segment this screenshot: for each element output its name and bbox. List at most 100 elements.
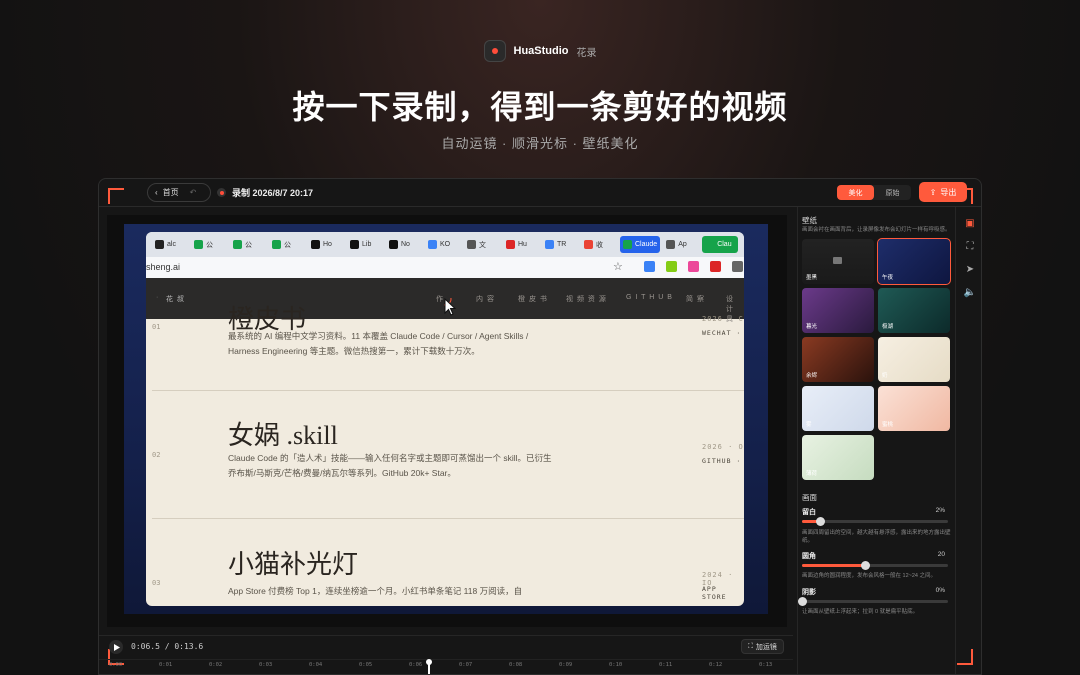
browser-tab-label: Hu bbox=[518, 241, 527, 248]
browser-tab[interactable]: Ap bbox=[663, 236, 699, 253]
ruler-tick: 0:04 bbox=[309, 662, 323, 668]
export-button[interactable]: ⇪ 导出 bbox=[919, 182, 967, 202]
playhead[interactable] bbox=[425, 659, 432, 674]
wallpaper-swatch[interactable]: 余烬 bbox=[802, 337, 874, 382]
wechat-icon bbox=[233, 240, 242, 249]
address-bar[interactable]: sheng.ai ☆ bbox=[146, 257, 744, 278]
wallpaper-swatch[interactable]: 极湖 bbox=[878, 288, 950, 333]
ruler-tick: 0:13 bbox=[759, 662, 773, 668]
wallpaper-label: 蜜桃 bbox=[882, 422, 894, 428]
ruler-tick: 0:11 bbox=[659, 662, 673, 668]
radius-slider[interactable] bbox=[802, 561, 948, 570]
site-nav-item[interactable]: 橙 皮 书 bbox=[518, 294, 548, 304]
ruler-tick: 0:00 bbox=[109, 662, 123, 668]
browser-tab[interactable]: Claude bbox=[620, 236, 661, 253]
site-nav-item[interactable]: 作 bbox=[436, 294, 444, 304]
browser-tab-label: Lib bbox=[362, 241, 372, 248]
subheadline: 自动运镜 · 顺滑光标 · 壁纸美化 bbox=[441, 136, 639, 151]
extension-icon[interactable] bbox=[644, 261, 655, 272]
site-nav-item[interactable]: 简 察 bbox=[686, 294, 705, 304]
app-window: ‹ 首页 ↶ 录制 2026/8/7 20:17 美化 原始 ⇪ 导出 alc 公… bbox=[98, 178, 982, 675]
entry-source: GITHUB · bbox=[702, 457, 742, 465]
wallpaper-swatch[interactable]: 暮光 bbox=[802, 288, 874, 333]
divider bbox=[152, 518, 744, 519]
divider bbox=[152, 390, 744, 391]
browser-tab-label: Clau bbox=[717, 241, 732, 248]
slider-knob[interactable] bbox=[860, 561, 870, 570]
browser-tab[interactable]: 公 bbox=[191, 236, 227, 253]
wallpaper-tool-icon[interactable]: ▣ bbox=[964, 217, 976, 229]
home-label: 首页 bbox=[162, 188, 179, 197]
doc-icon bbox=[428, 240, 437, 249]
padding-slider[interactable] bbox=[802, 517, 948, 526]
wallpaper-background: alc 公 公 公 Ho Lib No KO 文 Hu TR 收 Claude Ap Clau sheng.… bbox=[124, 224, 768, 614]
canvas-title: 画面 bbox=[802, 493, 817, 502]
browser-tab[interactable]: Clau bbox=[702, 236, 739, 253]
play-button[interactable] bbox=[109, 640, 123, 654]
wallpaper-swatch[interactable]: 雾 bbox=[802, 386, 874, 431]
wallpaper-label: 墨黑 bbox=[806, 275, 818, 281]
fullscreen-icon[interactable]: ⛶ bbox=[964, 240, 976, 252]
brand-cn: 花录 bbox=[576, 47, 597, 59]
extension-icon[interactable] bbox=[666, 261, 677, 272]
browser-tab-label: TR bbox=[557, 241, 567, 248]
star-icon[interactable]: ☆ bbox=[613, 260, 623, 273]
shadow-slider[interactable] bbox=[798, 597, 948, 606]
radius-value: 20 bbox=[937, 551, 945, 558]
wallpaper-swatch[interactable]: 薄荷 bbox=[802, 435, 874, 480]
site-brand[interactable]: 花 叔 bbox=[166, 294, 185, 304]
add-camera-button[interactable]: ⛶ 加运镜 bbox=[741, 639, 784, 654]
browser-tab[interactable]: Ho bbox=[308, 236, 344, 253]
ruler-tick: 0:12 bbox=[709, 662, 723, 668]
brand-name: HuaStudio bbox=[513, 45, 569, 57]
browser-tab-label: alc bbox=[167, 241, 176, 248]
x-icon bbox=[311, 240, 320, 249]
ruler-tick: 0:08 bbox=[509, 662, 523, 668]
ruler-tick: 0:10 bbox=[609, 662, 623, 668]
wallpaper-title: 壁纸 bbox=[802, 216, 817, 225]
headline: 按一下录制，得到一条剪好的视频 bbox=[292, 89, 788, 125]
site-nav-item[interactable]: 视 频 资 源 bbox=[566, 294, 607, 304]
url-text: sheng.ai bbox=[146, 262, 181, 272]
site-nav-item[interactable]: G I T H U B bbox=[626, 294, 673, 301]
browser-tab[interactable]: Hu bbox=[503, 236, 539, 253]
record-icon bbox=[217, 188, 226, 197]
recording-title: 录制 2026/8/7 20:17 bbox=[217, 183, 313, 202]
radius-label: 圆角 bbox=[802, 553, 816, 560]
audio-icon[interactable]: 🔈 bbox=[964, 286, 976, 298]
browser-tab-label: 公 bbox=[284, 241, 291, 249]
wallpaper-label: 极湖 bbox=[882, 324, 894, 330]
browser-tab[interactable]: 公 bbox=[269, 236, 305, 253]
wallpaper-swatch[interactable]: 墨黑 bbox=[802, 239, 874, 284]
browser-tab[interactable]: KO bbox=[425, 236, 461, 253]
browser-tab[interactable]: alc bbox=[152, 236, 188, 253]
doc-icon bbox=[545, 240, 554, 249]
record-icon bbox=[506, 240, 515, 249]
ruler-tick: 0:06 bbox=[409, 662, 423, 668]
extension-icon[interactable] bbox=[710, 261, 721, 272]
timeline-ruler[interactable]: 0:00 0:01 0:02 0:03 0:04 0:05 0:06 0:07 0:08 0:09… bbox=[99, 659, 793, 674]
browser-tab[interactable]: 公 bbox=[230, 236, 266, 253]
browser-tab[interactable]: 文 bbox=[464, 236, 500, 253]
ruler-tick: 0:02 bbox=[209, 662, 223, 668]
browser-tab[interactable]: TR bbox=[542, 236, 578, 253]
browser-tab[interactable]: 收 bbox=[581, 236, 617, 253]
cursor-tool-icon[interactable]: ➤ bbox=[964, 263, 976, 275]
seg-original[interactable]: 原始 bbox=[874, 185, 911, 200]
undo-icon[interactable]: ↶ bbox=[190, 188, 197, 197]
wallpaper-label: 雾 bbox=[806, 422, 812, 428]
browser-tab[interactable]: No bbox=[386, 236, 422, 253]
browser-tab-label: No bbox=[401, 241, 410, 248]
slider-knob[interactable] bbox=[815, 517, 825, 526]
seg-beautify[interactable]: 美化 bbox=[837, 185, 874, 200]
slider-knob[interactable] bbox=[798, 597, 807, 606]
extension-icon[interactable] bbox=[732, 261, 743, 272]
wallpaper-swatch[interactable]: 奶 bbox=[878, 337, 950, 382]
wallpaper-swatch[interactable]: 蜜桃 bbox=[878, 386, 950, 431]
settings-panel: 壁纸 画面会衬在画面背后，让录屏像发布会幻灯片一样有呼吸感。 墨黑 午夜 暮光 极湖余… bbox=[797, 207, 955, 674]
browser-tab[interactable]: Lib bbox=[347, 236, 383, 253]
extension-icon[interactable] bbox=[688, 261, 699, 272]
site-nav-item[interactable]: 内 容 bbox=[476, 294, 495, 304]
wallpaper-swatch[interactable]: 午夜 bbox=[877, 238, 951, 285]
home-button[interactable]: ‹ 首页 ↶ bbox=[147, 183, 211, 202]
